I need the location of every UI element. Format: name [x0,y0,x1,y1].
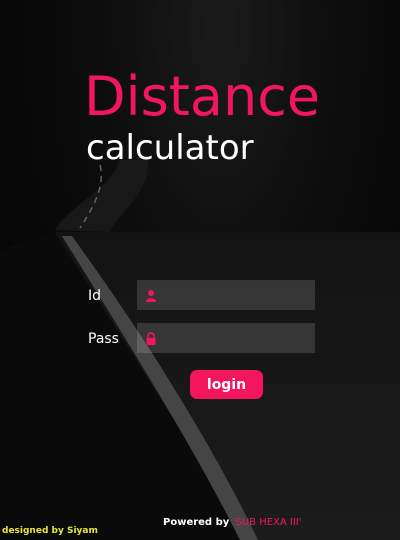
login-button[interactable]: login [190,370,263,399]
app-title: Distance [84,65,321,128]
powered-by-brand: 'SUB HEXA III' [232,517,302,528]
id-field[interactable] [137,280,315,310]
powered-by-prefix: Powered by [163,517,233,528]
app-subtitle: calculator [86,128,254,168]
powered-by-credit: Powered by 'SUB HEXA III' [163,517,302,528]
lock-icon [145,331,157,345]
pass-input[interactable] [163,323,311,353]
designed-by-credit: designed by Siyam [2,526,98,536]
user-icon [145,288,157,302]
pass-field[interactable] [137,323,315,353]
id-label: Id [88,288,102,304]
pass-label: Pass [88,331,119,347]
id-input[interactable] [163,280,311,310]
